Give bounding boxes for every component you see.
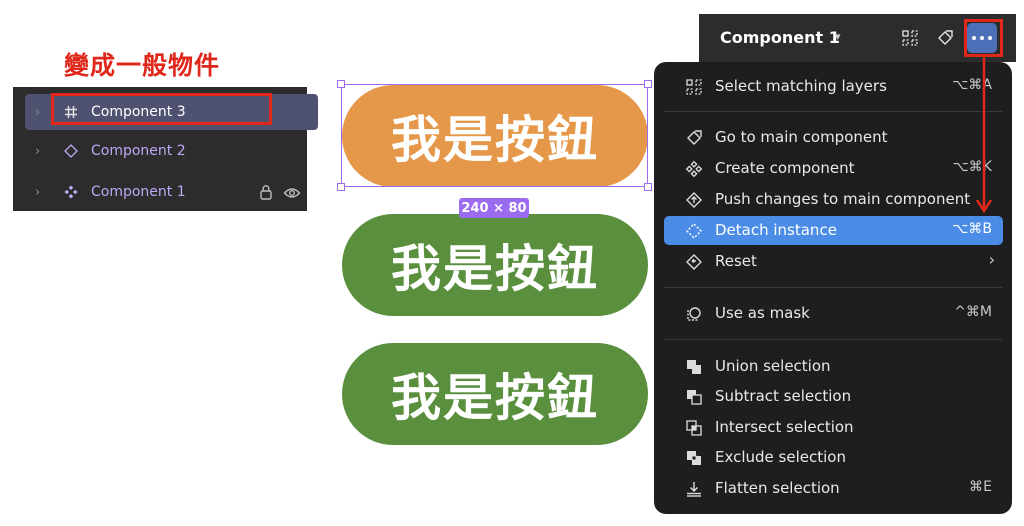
layer-item-component-2[interactable]: › Component 2 [13,133,307,169]
canvas-button-green-2[interactable]: 我是按鈕 [342,343,648,445]
context-menu: Select matching layers ⌥⌘A Go to main co… [654,62,1012,514]
menu-item-shortcut: ⌘E [969,479,992,495]
menu-item-detach-instance[interactable]: Detach instance ⌥⌘B [664,216,1003,245]
resize-handle-top-left[interactable] [337,80,345,88]
annotation-highlight-box [51,93,272,125]
push-changes-icon [684,190,704,210]
select-matching-icon[interactable] [899,27,921,49]
menu-item-push-changes[interactable]: Push changes to main component [664,185,1003,214]
mask-icon [684,304,704,324]
eye-icon[interactable] [283,185,301,204]
size-badge: 240 × 80 [459,198,529,218]
menu-item-shortcut: ^⌘M [954,304,992,320]
component-icon [63,184,79,200]
menu-divider [664,339,1002,340]
canvas-button-green-1[interactable]: 我是按鈕 [342,214,648,316]
menu-item-exclude-selection[interactable]: Exclude selection [664,443,1003,472]
menu-item-label: Intersect selection [715,418,854,436]
menu-item-label: Detach instance [715,221,837,239]
menu-item-label: Push changes to main component [715,190,971,208]
annotation-label: 變成一般物件 [64,51,221,80]
layer-item-component-1[interactable]: › Component 1 [13,174,307,210]
flatten-icon [684,479,704,499]
menu-item-label: Select matching layers [715,77,887,95]
layer-label: Component 2 [91,143,186,159]
chevron-right-icon[interactable]: › [35,144,40,159]
menu-item-label: Create component [715,159,855,177]
subtract-icon [684,387,704,407]
resize-handle-bottom-right[interactable] [644,183,652,191]
menu-item-label: Subtract selection [715,387,852,405]
instance-diamond-icon [63,143,79,159]
intersect-icon [684,418,704,438]
menu-item-intersect-selection[interactable]: Intersect selection [664,413,1003,442]
annotation-highlight-more [964,19,1003,57]
exclude-icon [684,448,704,468]
layer-label: Component 1 [91,184,186,200]
menu-item-create-component[interactable]: Create component ⌥⌘K [664,154,1003,183]
menu-item-label: Reset [715,252,757,270]
menu-item-label: Flatten selection [715,479,840,497]
chevron-right-icon[interactable]: › [35,105,40,120]
chevron-right-icon[interactable]: › [35,185,40,200]
menu-item-shortcut: ⌥⌘B [952,221,992,237]
menu-item-subtract-selection[interactable]: Subtract selection [664,382,1003,411]
union-icon [684,357,704,377]
menu-item-label: Go to main component [715,128,888,146]
menu-item-label: Use as mask [715,304,810,322]
create-component-icon [684,159,704,179]
menu-divider [664,287,1002,288]
button-text: 我是按鈕 [391,240,599,298]
menu-item-label: Exclude selection [715,448,846,466]
menu-item-reset[interactable]: Reset › [664,247,1003,276]
go-to-main-icon[interactable] [934,27,956,49]
component-title[interactable]: Component 1 [720,28,840,47]
resize-handle-bottom-left[interactable] [337,183,345,191]
menu-item-use-as-mask[interactable]: Use as mask ^⌘M [664,299,1003,328]
menu-item-go-to-main[interactable]: Go to main component [664,123,1003,152]
select-matching-icon [684,77,704,97]
button-text: 我是按鈕 [391,369,599,427]
chevron-right-icon: › [988,250,995,269]
menu-item-flatten-selection[interactable]: Flatten selection ⌘E [664,474,1003,503]
resize-handle-top-right[interactable] [644,80,652,88]
menu-divider [664,111,1002,112]
chevron-down-icon[interactable]: ▾ [835,30,841,43]
menu-item-label: Union selection [715,357,831,375]
menu-item-union-selection[interactable]: Union selection [664,352,1003,381]
go-to-main-icon [684,128,704,148]
detach-icon [684,221,704,241]
lock-icon[interactable] [259,184,273,204]
selection-frame [341,84,648,187]
reset-icon [684,252,704,272]
menu-item-select-matching[interactable]: Select matching layers ⌥⌘A [664,72,1003,101]
annotation-arrow [975,55,993,214]
